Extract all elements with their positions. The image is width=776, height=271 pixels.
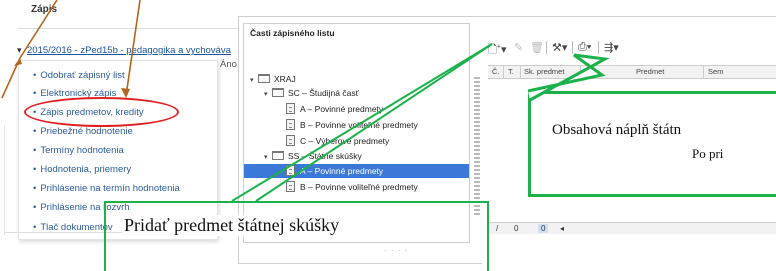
toolbar-separator	[598, 41, 599, 54]
tree-node-sc-a[interactable]: A – Povinné predmety	[286, 102, 383, 116]
column-header[interactable]: Sk. predmet	[524, 67, 564, 76]
pager-slash: /	[496, 224, 499, 233]
tree-node-ss[interactable]: ▾ SS – Štátne skúšky	[264, 149, 362, 163]
menu-item-prihlasenie-termin[interactable]: Prihlásenie na termín hodnotenia	[33, 183, 179, 194]
tree-node-sc[interactable]: ▾ SC – Študijná časť	[264, 86, 359, 100]
document-icon	[286, 103, 295, 114]
grid-header: Č. T. Sk. predmet Predmet Sem	[488, 65, 776, 79]
pager-total: 0	[514, 224, 519, 233]
toolbar-separator	[546, 41, 547, 54]
expand-icon[interactable]: ▾	[250, 74, 258, 88]
document-icon	[286, 135, 295, 146]
menu-item-hodnotenia[interactable]: Hodnotenia, priemery	[33, 164, 131, 175]
callout-box	[528, 91, 776, 197]
column-divider[interactable]	[580, 66, 581, 78]
folder-icon	[258, 74, 270, 83]
menu-item-odobrat[interactable]: Odobrať zápisný list	[33, 70, 124, 81]
callout-box	[104, 201, 489, 271]
zapis-title: Zápis	[31, 4, 58, 15]
column-header[interactable]: Sem	[708, 67, 723, 76]
tree-title: Časti zápisného listu	[250, 28, 335, 38]
year-status-value: Áno,	[220, 59, 240, 70]
menu-item-priebezne-hodnotenie[interactable]: Priebežné hodnotenie	[33, 126, 132, 137]
document-icon	[286, 165, 295, 176]
tree-node-root[interactable]: ▾ XRAJ	[250, 72, 296, 86]
column-divider[interactable]	[520, 66, 521, 78]
folder-icon	[272, 88, 284, 97]
export-icon[interactable]: ⇶▾	[604, 41, 619, 54]
document-icon	[286, 119, 295, 130]
collapse-arrow-icon[interactable]: ▾	[17, 45, 22, 56]
highlight-ellipse	[24, 97, 179, 127]
pager-current[interactable]: 0	[538, 224, 549, 233]
column-divider[interactable]	[703, 66, 704, 78]
tree-node-sc-c[interactable]: C – Výberové predmety	[286, 134, 389, 148]
print-icon[interactable]: ⎙▾	[578, 41, 591, 54]
pane-splitter[interactable]	[474, 77, 480, 217]
expand-icon[interactable]: ▾	[264, 88, 272, 102]
column-header[interactable]: Predmet	[636, 67, 664, 76]
column-header[interactable]: Č.	[492, 67, 500, 76]
callout-text: Pridať predmet štátnej skúšky	[122, 215, 342, 236]
callout-text: Obsahová náplň štátn	[552, 122, 682, 138]
column-divider[interactable]	[503, 66, 504, 78]
tools-icon[interactable]: ⚒▾	[552, 41, 567, 54]
study-year-link[interactable]: 2015/2016 - zPed15b - pedagogika a vycho…	[27, 45, 231, 56]
scroll-left-icon[interactable]: ◂	[560, 224, 564, 233]
edit-icon[interactable]: ✎	[514, 41, 523, 54]
divider	[4, 125, 5, 235]
callout-text: Po pri	[692, 146, 724, 161]
divider	[18, 28, 238, 29]
tree-node-ss-a[interactable]: A – Povinné predmety	[244, 164, 469, 178]
delete-icon[interactable]: 🗑	[530, 41, 544, 54]
document-icon	[286, 181, 295, 192]
menu-item-terminy[interactable]: Termíny hodnotenia	[33, 145, 123, 156]
folder-icon	[272, 151, 284, 160]
grid-toolbar: 🗋+▾ ✎ 🗑 ⚒▾ ⎙▾ ⇶▾	[482, 41, 776, 56]
tree-node-ss-b[interactable]: B – Povinne voliteľné predmety	[286, 180, 418, 194]
add-subject-icon[interactable]: 🗋+▾	[488, 41, 506, 60]
grid-pager: / 0 0 ◂	[488, 222, 776, 234]
tree-node-sc-b[interactable]: B – Povinne voliteľné predmety	[286, 118, 418, 132]
expand-icon[interactable]: ▾	[264, 151, 272, 165]
column-header[interactable]: T.	[508, 67, 514, 76]
toolbar-separator	[572, 41, 573, 54]
